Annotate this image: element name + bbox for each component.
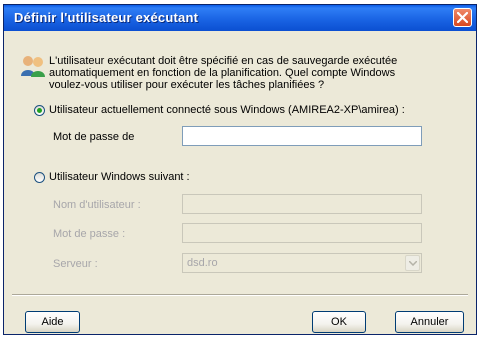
chevron-down-icon	[409, 261, 417, 266]
intro-text: L'utilisateur exécutant doit être spécif…	[49, 55, 398, 91]
dialog-window: Définir l'utilisateur exécutant L'utilis…	[3, 4, 477, 335]
close-button[interactable]	[453, 8, 472, 27]
users-icon	[21, 56, 45, 77]
server-value: dsd.ro	[187, 257, 218, 269]
separator	[12, 294, 468, 296]
radio-current-user-label[interactable]: Utilisateur actuellement connecté sous W…	[49, 104, 405, 116]
ok-button[interactable]: OK	[312, 311, 366, 333]
username-field[interactable]	[182, 194, 422, 214]
server-select[interactable]: dsd.ro	[182, 253, 422, 273]
radio-row-current-user[interactable]: Utilisateur actuellement connecté sous W…	[34, 104, 405, 116]
password-field-other[interactable]	[182, 223, 422, 243]
title-bar[interactable]: Définir l'utilisateur exécutant	[4, 5, 476, 32]
close-icon	[457, 12, 468, 23]
radio-other-user-label[interactable]: Utilisateur Windows suivant :	[49, 171, 190, 183]
radio-row-other-user[interactable]: Utilisateur Windows suivant :	[34, 171, 190, 183]
cancel-button[interactable]: Annuler	[395, 311, 464, 333]
password-field-current[interactable]	[182, 126, 422, 146]
password-label-current: Mot de passe de	[53, 131, 135, 143]
window-title: Définir l'utilisateur exécutant	[14, 10, 199, 25]
radio-other-user[interactable]	[34, 171, 45, 183]
help-button[interactable]: Aide	[25, 311, 80, 333]
username-label: Nom d'utilisateur :	[53, 199, 141, 211]
radio-current-user[interactable]	[34, 104, 45, 116]
server-dropdown-button[interactable]	[405, 255, 420, 271]
dialog-body: L'utilisateur exécutant doit être spécif…	[4, 31, 476, 334]
password-label-other: Mot de passe :	[53, 228, 126, 240]
server-label: Serveur :	[53, 258, 98, 270]
